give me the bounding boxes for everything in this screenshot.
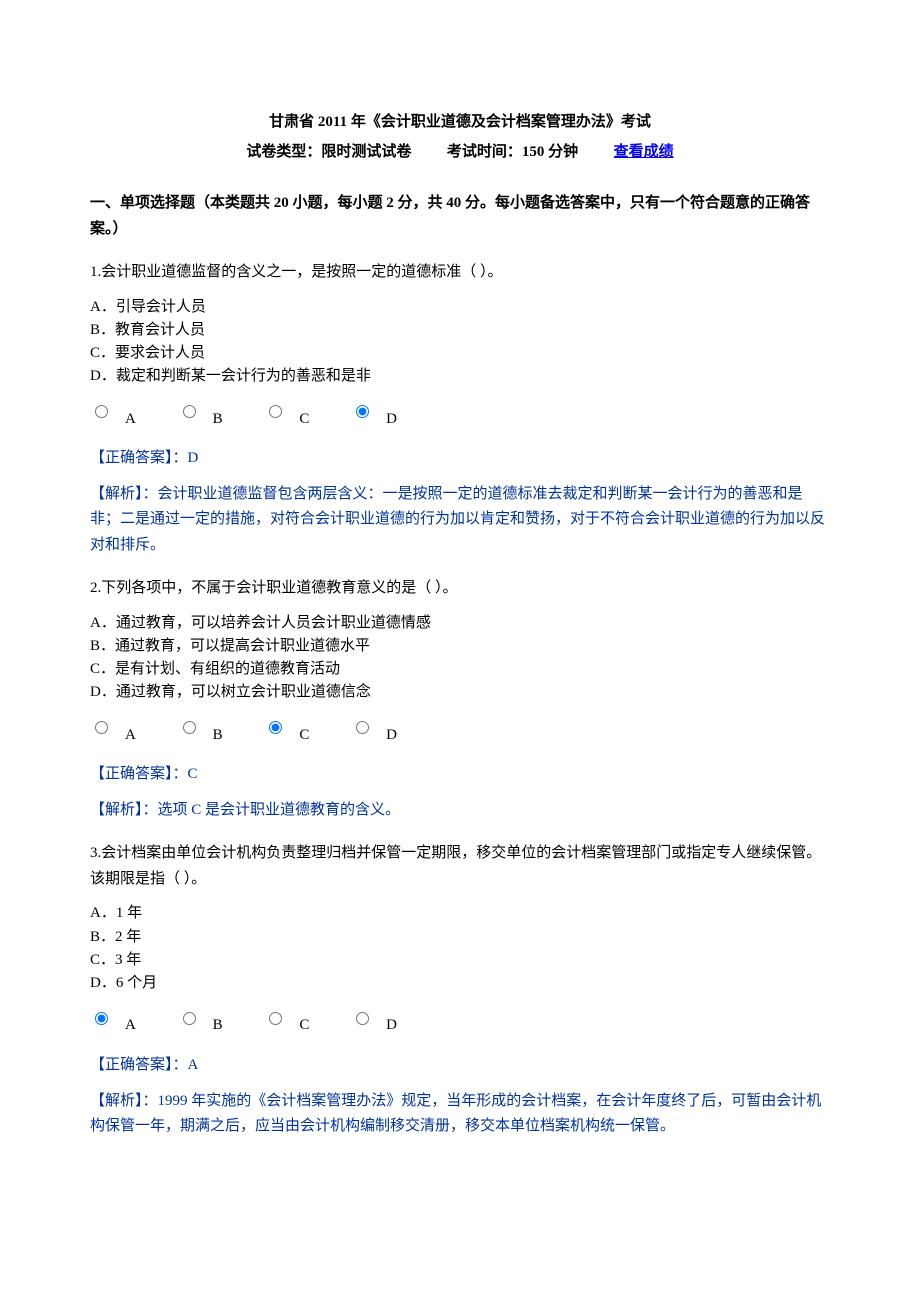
option-c-text: C．是有计划、有组织的道德教育活动 xyxy=(90,658,830,681)
radio-row: A B C D xyxy=(90,1009,830,1035)
radio-label-b: B xyxy=(213,723,223,749)
exam-title: 甘肃省 2011 年《会计职业道德及会计档案管理办法》考试 xyxy=(90,110,830,136)
radio-label-d: D xyxy=(386,407,397,433)
paper-type: 试卷类型：限时测试试卷 xyxy=(246,144,411,160)
option-a-text: A．1 年 xyxy=(90,902,830,925)
exam-subheader: 试卷类型：限时测试试卷 考试时间：150 分钟 查看成绩 xyxy=(90,140,830,166)
radio-label-c: C xyxy=(299,1013,309,1039)
option-a-text: A．引导会计人员 xyxy=(90,296,830,319)
radio-d[interactable] xyxy=(356,405,369,418)
radio-row: A B C D xyxy=(90,719,830,745)
radio-a[interactable] xyxy=(95,721,108,734)
question-1: 1.会计职业道德监督的含义之一，是按照一定的道德标准（ ）。 A．引导会计人员 … xyxy=(90,260,830,558)
radio-label-a: A xyxy=(125,1013,136,1039)
radio-a[interactable] xyxy=(95,1012,108,1025)
radio-label-c: C xyxy=(299,407,309,433)
option-d-text: D．6 个月 xyxy=(90,972,830,995)
correct-answer: 【正确答案】：D xyxy=(90,446,830,472)
radio-label-d: D xyxy=(386,723,397,749)
radio-a[interactable] xyxy=(95,405,108,418)
option-c-text: C．3 年 xyxy=(90,949,830,972)
radio-label-c: C xyxy=(299,723,309,749)
section-title: 一、单项选择题（本类题共 20 小题，每小题 2 分，共 40 分。每小题备选答… xyxy=(90,191,830,242)
radio-c[interactable] xyxy=(269,405,282,418)
radio-b[interactable] xyxy=(183,405,196,418)
option-b-text: B．2 年 xyxy=(90,926,830,949)
radio-label-d: D xyxy=(386,1013,397,1039)
option-d-text: D．通过教育，可以树立会计职业道德信念 xyxy=(90,681,830,704)
analysis: 【解析】：选项 C 是会计职业道德教育的含义。 xyxy=(90,798,830,824)
radio-label-b: B xyxy=(213,407,223,433)
radio-label-a: A xyxy=(125,723,136,749)
option-a-text: A．通过教育，可以培养会计人员会计职业道德情感 xyxy=(90,612,830,635)
exam-time: 考试时间：150 分钟 xyxy=(447,144,578,160)
question-3: 3.会计档案由单位会计机构负责整理归档并保管一定期限，移交单位的会计档案管理部门… xyxy=(90,841,830,1139)
question-stem: 2.下列各项中，不属于会计职业道德教育意义的是（ ）。 xyxy=(90,576,830,602)
option-b-text: B．教育会计人员 xyxy=(90,319,830,342)
analysis: 【解析】：会计职业道德监督包含两层含义：一是按照一定的道德标准去裁定和判断某一会… xyxy=(90,482,830,559)
option-b-text: B．通过教育，可以提高会计职业道德水平 xyxy=(90,635,830,658)
question-options: A．通过教育，可以培养会计人员会计职业道德情感 B．通过教育，可以提高会计职业道… xyxy=(90,612,830,705)
option-c-text: C．要求会计人员 xyxy=(90,342,830,365)
question-stem: 1.会计职业道德监督的含义之一，是按照一定的道德标准（ ）。 xyxy=(90,260,830,286)
radio-label-b: B xyxy=(213,1013,223,1039)
radio-c[interactable] xyxy=(269,721,282,734)
radio-b[interactable] xyxy=(183,721,196,734)
radio-d[interactable] xyxy=(356,1012,369,1025)
question-options: A．1 年 B．2 年 C．3 年 D．6 个月 xyxy=(90,902,830,995)
radio-label-a: A xyxy=(125,407,136,433)
radio-row: A B C D xyxy=(90,403,830,429)
option-d-text: D．裁定和判断某一会计行为的善恶和是非 xyxy=(90,365,830,388)
question-stem: 3.会计档案由单位会计机构负责整理归档并保管一定期限，移交单位的会计档案管理部门… xyxy=(90,841,830,892)
question-options: A．引导会计人员 B．教育会计人员 C．要求会计人员 D．裁定和判断某一会计行为… xyxy=(90,296,830,389)
correct-answer: 【正确答案】：C xyxy=(90,762,830,788)
correct-answer: 【正确答案】：A xyxy=(90,1053,830,1079)
radio-d[interactable] xyxy=(356,721,369,734)
radio-b[interactable] xyxy=(183,1012,196,1025)
analysis: 【解析】：1999 年实施的《会计档案管理办法》规定，当年形成的会计档案，在会计… xyxy=(90,1089,830,1140)
radio-c[interactable] xyxy=(269,1012,282,1025)
question-2: 2.下列各项中，不属于会计职业道德教育意义的是（ ）。 A．通过教育，可以培养会… xyxy=(90,576,830,823)
view-score-link[interactable]: 查看成绩 xyxy=(614,144,674,160)
